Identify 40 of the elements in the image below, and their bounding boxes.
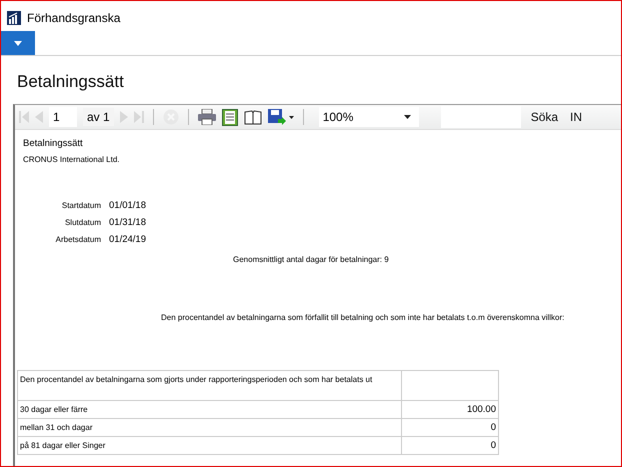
date-label: Slutdatum (64, 218, 101, 227)
window-title: Förhandsgranska (27, 11, 120, 25)
report-title: Betalningssätt (23, 138, 84, 149)
page-number-field[interactable]: 1 (49, 107, 77, 127)
date-value: 01/31/18 (109, 217, 147, 228)
company-name: CRONUS International Ltd. (23, 155, 120, 164)
book-icon (244, 110, 262, 124)
table-cell: på 81 dagar eller Singer (18, 436, 402, 454)
table-cell: 0 (402, 418, 498, 436)
table-cell: mellan 31 och dagar (18, 418, 402, 436)
caret-icon (14, 40, 22, 46)
previous-page-icon (35, 111, 43, 123)
page-layout-icon (222, 108, 238, 126)
print-layout-button[interactable] (222, 107, 238, 127)
table-header-cell: Den procentandel av betalningarna som gjorts under rapporteringsperioden och som har betalats ut (18, 370, 402, 400)
printer-icon (198, 109, 216, 125)
date-value: 01/24/19 (109, 234, 147, 245)
table-cell: 100.00 (402, 400, 498, 418)
page-count: av 1 (83, 108, 114, 126)
print-button[interactable] (198, 107, 216, 127)
page-title: Betalningssätt (16, 71, 125, 91)
table-cell: 0 (402, 436, 498, 454)
table-cell: 30 dagar eller färre (18, 400, 402, 418)
date-label: Startdatum (60, 201, 101, 210)
save-dropdown-icon (268, 108, 294, 126)
date-label: Arbetsdatum (54, 235, 101, 244)
next-link[interactable]: IN (570, 110, 582, 124)
first-page-icon (19, 111, 29, 123)
zoom-dropdown[interactable]: 100% (318, 107, 419, 127)
chart-logo-icon (7, 11, 21, 25)
last-page-icon (134, 111, 144, 123)
caret-icon (404, 115, 411, 119)
search-field[interactable] (440, 106, 521, 128)
menu-button[interactable] (1, 31, 35, 55)
date-value: 01/01/18 (109, 200, 147, 211)
next-page-icon (120, 111, 128, 123)
overdue-text: Den procentandel av betalningarna som förfallit till betalning och som inte har betalats t.o.m överenskomna villkor: (161, 313, 566, 322)
export-button[interactable] (268, 107, 294, 127)
find-link[interactable]: Söka (530, 110, 558, 124)
average-days-text: Genomsnittligt antal dagar för betalningar: 9 (233, 255, 390, 264)
